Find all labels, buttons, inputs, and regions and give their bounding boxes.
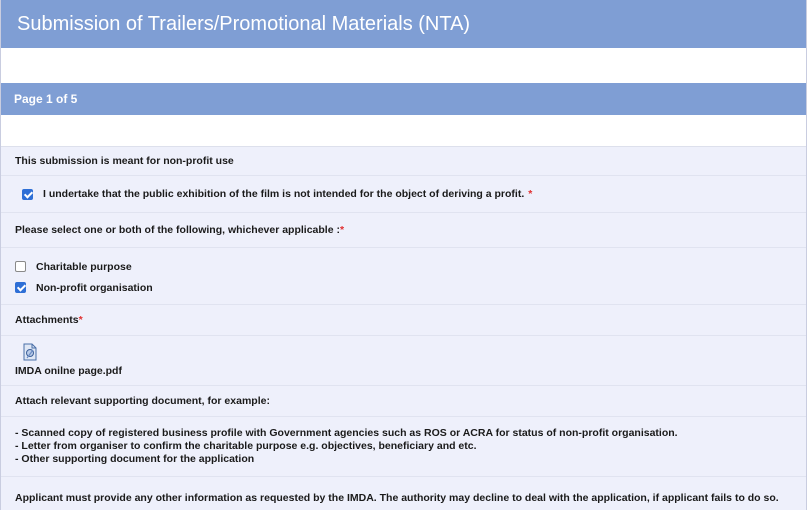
non-profit-organisation-label: Non-profit organisation — [36, 281, 153, 294]
supporting-item: - Other supporting document for the appl… — [15, 453, 255, 465]
charitable-purpose-label: Charitable purpose — [36, 260, 132, 273]
spacer-top — [1, 48, 806, 83]
page-indicator: Page 1 of 5 — [1, 83, 806, 115]
form-body: This submission is meant for non-profit … — [1, 147, 806, 510]
footer-note: Applicant must provide any other informa… — [15, 492, 779, 504]
required-marker: * — [78, 314, 83, 326]
supporting-heading-row: Attach relevant supporting document, for… — [1, 386, 806, 417]
option-non-profit-organisation[interactable]: Non-profit organisation — [15, 277, 806, 298]
nonprofit-heading: This submission is meant for non-profit … — [15, 155, 234, 167]
undertaking-checkbox[interactable] — [22, 188, 33, 200]
supporting-item: - Scanned copy of registered business pr… — [15, 427, 678, 439]
purpose-options: Charitable purpose Non-profit organisati… — [1, 248, 806, 305]
attachment-file-link[interactable]: IMDA onilne page.pdf — [15, 365, 806, 377]
attachment-item: IMDA onilne page.pdf — [1, 336, 806, 386]
undertaking-row: I undertake that the public exhibition o… — [1, 176, 806, 213]
form-window: Submission of Trailers/Promotional Mater… — [0, 0, 807, 510]
select-prompt-row: Please select one or both of the followi… — [1, 213, 806, 248]
required-marker: * — [528, 188, 533, 200]
nonprofit-heading-row: This submission is meant for non-profit … — [1, 147, 806, 176]
required-marker: * — [339, 224, 345, 236]
spacer-page — [1, 115, 806, 147]
non-profit-organisation-checkbox[interactable] — [15, 282, 26, 293]
undertaking-label: I undertake that the public exhibition o… — [43, 188, 525, 200]
supporting-list: - Scanned copy of registered business pr… — [1, 417, 806, 477]
supporting-heading: Attach relevant supporting document, for… — [15, 395, 270, 407]
charitable-purpose-checkbox[interactable] — [15, 261, 26, 272]
pdf-file-icon[interactable] — [21, 342, 39, 362]
attachments-label: Attachments — [15, 314, 79, 326]
form-title: Submission of Trailers/Promotional Mater… — [1, 0, 806, 48]
attachments-row: Attachments * — [1, 305, 806, 336]
select-prompt: Please select one or both of the followi… — [15, 224, 340, 236]
option-charitable-purpose[interactable]: Charitable purpose — [15, 256, 806, 277]
supporting-item: - Letter from organiser to confirm the c… — [15, 440, 477, 452]
